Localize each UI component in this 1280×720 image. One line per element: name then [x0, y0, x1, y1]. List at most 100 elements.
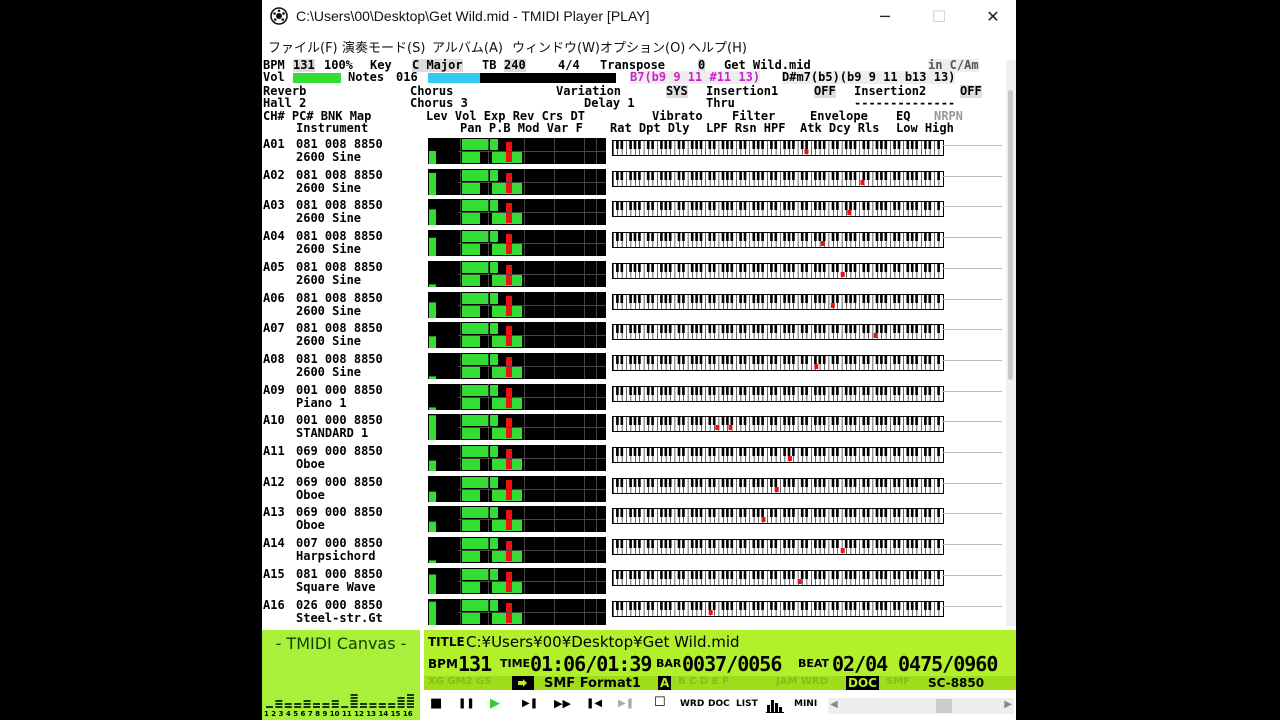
menu-options[interactable]: オプション(O) — [600, 37, 685, 56]
black-key — [862, 263, 866, 272]
play-button[interactable]: ▶ — [490, 696, 500, 711]
channel-row[interactable]: A02 081 008 8850 2600 Sine — [262, 167, 1002, 197]
scrollbar-thumb[interactable] — [1008, 90, 1013, 380]
white-key-edge — [718, 355, 720, 370]
fast-forward-button[interactable]: ▶▶ — [554, 697, 571, 710]
position-slider[interactable]: ◀ ▶ — [828, 698, 1014, 714]
vertical-scrollbar[interactable] — [1006, 60, 1016, 626]
channel-row[interactable]: A01 081 008 8850 2600 Sine — [262, 136, 1002, 166]
black-key — [712, 233, 716, 242]
mini-button[interactable]: MINI — [794, 699, 817, 709]
next-button[interactable]: ▶❚ — [618, 698, 634, 709]
channel-row[interactable]: A14 007 000 8850 Harpsichord — [262, 535, 1002, 565]
black-key — [814, 478, 817, 487]
doc-button[interactable]: DOC — [708, 699, 730, 709]
window-toggle-button[interactable]: ☐ — [654, 695, 666, 710]
menu-play-mode[interactable]: 演奏モード(S) — [342, 37, 425, 56]
black-key — [660, 294, 663, 303]
black-key — [906, 509, 910, 518]
black-key — [633, 233, 637, 242]
channel-row[interactable]: A07 081 008 8850 2600 Sine — [262, 320, 1002, 350]
channel-row[interactable]: A04 081 008 8850 2600 Sine — [262, 228, 1002, 258]
previous-button[interactable]: ❚◀ — [586, 698, 602, 709]
black-key — [792, 171, 795, 180]
black-key — [721, 509, 725, 518]
title-bar[interactable]: C:\Users\00\Desktop\Get Wild.mid - TMIDI… — [262, 0, 1016, 32]
menu-album[interactable]: アルバム(A) — [432, 37, 503, 56]
channel-program: 001 000 8850 — [296, 413, 383, 428]
spectrum-icon[interactable] — [766, 697, 786, 713]
close-button[interactable]: ✕ — [970, 0, 1016, 32]
black-key — [646, 540, 650, 549]
black-key — [814, 417, 817, 426]
minimize-button[interactable]: ─ — [862, 0, 908, 32]
black-key — [699, 601, 703, 610]
black-key — [814, 171, 817, 180]
black-key — [682, 386, 685, 395]
black-key — [862, 171, 866, 180]
list-button[interactable]: LIST — [736, 699, 758, 709]
black-key — [897, 294, 901, 303]
white-key-edge — [841, 141, 843, 155]
channel-row[interactable]: A09 001 000 8850 Piano 1 — [262, 382, 1002, 412]
menu-window[interactable]: ウィンドウ(W) — [512, 37, 600, 56]
channel-instrument: 2600 Sine — [296, 303, 362, 318]
channel-row[interactable]: A08 081 008 8850 2600 Sine — [262, 351, 1002, 381]
step-button[interactable]: ▶❚ — [522, 698, 538, 709]
black-key — [739, 570, 742, 579]
black-key — [660, 601, 663, 610]
channel-row[interactable]: A05 081 008 8850 2600 Sine — [262, 259, 1002, 289]
channel-row[interactable]: A06 081 008 8850 2600 Sine — [262, 290, 1002, 320]
black-key — [862, 233, 866, 242]
black-key — [862, 202, 866, 211]
black-key — [761, 570, 764, 579]
white-key-edge — [811, 448, 812, 462]
channel-row[interactable]: A16 026 000 8850 Steel-str.Gt — [262, 597, 1002, 627]
channel-row[interactable]: A12 069 000 8850 Oboe — [262, 474, 1002, 504]
black-key — [730, 355, 734, 364]
wrd-button[interactable]: WRD — [680, 699, 704, 709]
white-key-edge — [859, 171, 860, 186]
black-key — [866, 509, 870, 518]
channel-row[interactable]: A15 081 000 8850 Square Wave — [262, 566, 1002, 596]
black-key — [651, 171, 654, 180]
black-key — [937, 233, 940, 242]
black-key — [831, 386, 835, 395]
stop-button[interactable]: ■ — [430, 696, 442, 711]
canvas-channel-numbers: 1 2 3 4 5 6 7 8 9 10 11 12 13 14 15 16 — [264, 710, 413, 718]
black-key — [699, 294, 703, 303]
channel-row[interactable]: A11 069 000 8850 Oboe — [262, 443, 1002, 473]
black-key — [783, 141, 786, 149]
black-key — [866, 478, 870, 487]
black-key — [884, 601, 888, 610]
slider-left-arrow-icon[interactable]: ◀ — [830, 699, 838, 710]
maximize-button[interactable]: ☐ — [916, 0, 962, 32]
channel-row[interactable]: A13 069 000 8850 Oboe — [262, 504, 1002, 534]
slider-thumb[interactable] — [936, 699, 952, 713]
black-key — [699, 171, 703, 180]
column-header-filter-2: LPF Rsn HPF — [706, 121, 786, 135]
white-key-edge — [626, 141, 627, 155]
menu-file[interactable]: ファイル(F) — [268, 37, 338, 56]
black-key — [646, 141, 650, 149]
active-note — [847, 210, 852, 216]
menu-help[interactable]: ヘルプ(H) — [688, 37, 747, 56]
channel-meter — [428, 445, 606, 471]
white-key-edge — [828, 417, 830, 432]
pan-bar — [462, 397, 480, 409]
channel-row[interactable]: A10 001 000 8850 STANDARD 1 — [262, 412, 1002, 442]
black-key — [761, 325, 764, 334]
black-key — [739, 540, 742, 549]
channel-id: A16 — [263, 597, 285, 612]
black-key — [739, 141, 742, 149]
channel-instrument: Harpsichord — [296, 549, 376, 564]
black-key — [844, 478, 848, 487]
active-note — [873, 333, 878, 339]
channel-row[interactable]: A03 081 008 8850 2600 Sine — [262, 197, 1002, 227]
black-key — [814, 202, 817, 211]
slider-right-arrow-icon[interactable]: ▶ — [1004, 699, 1012, 710]
pause-button[interactable]: ❚❚ — [458, 698, 475, 709]
black-key — [633, 294, 637, 303]
black-key — [690, 263, 694, 272]
black-key — [633, 478, 637, 487]
